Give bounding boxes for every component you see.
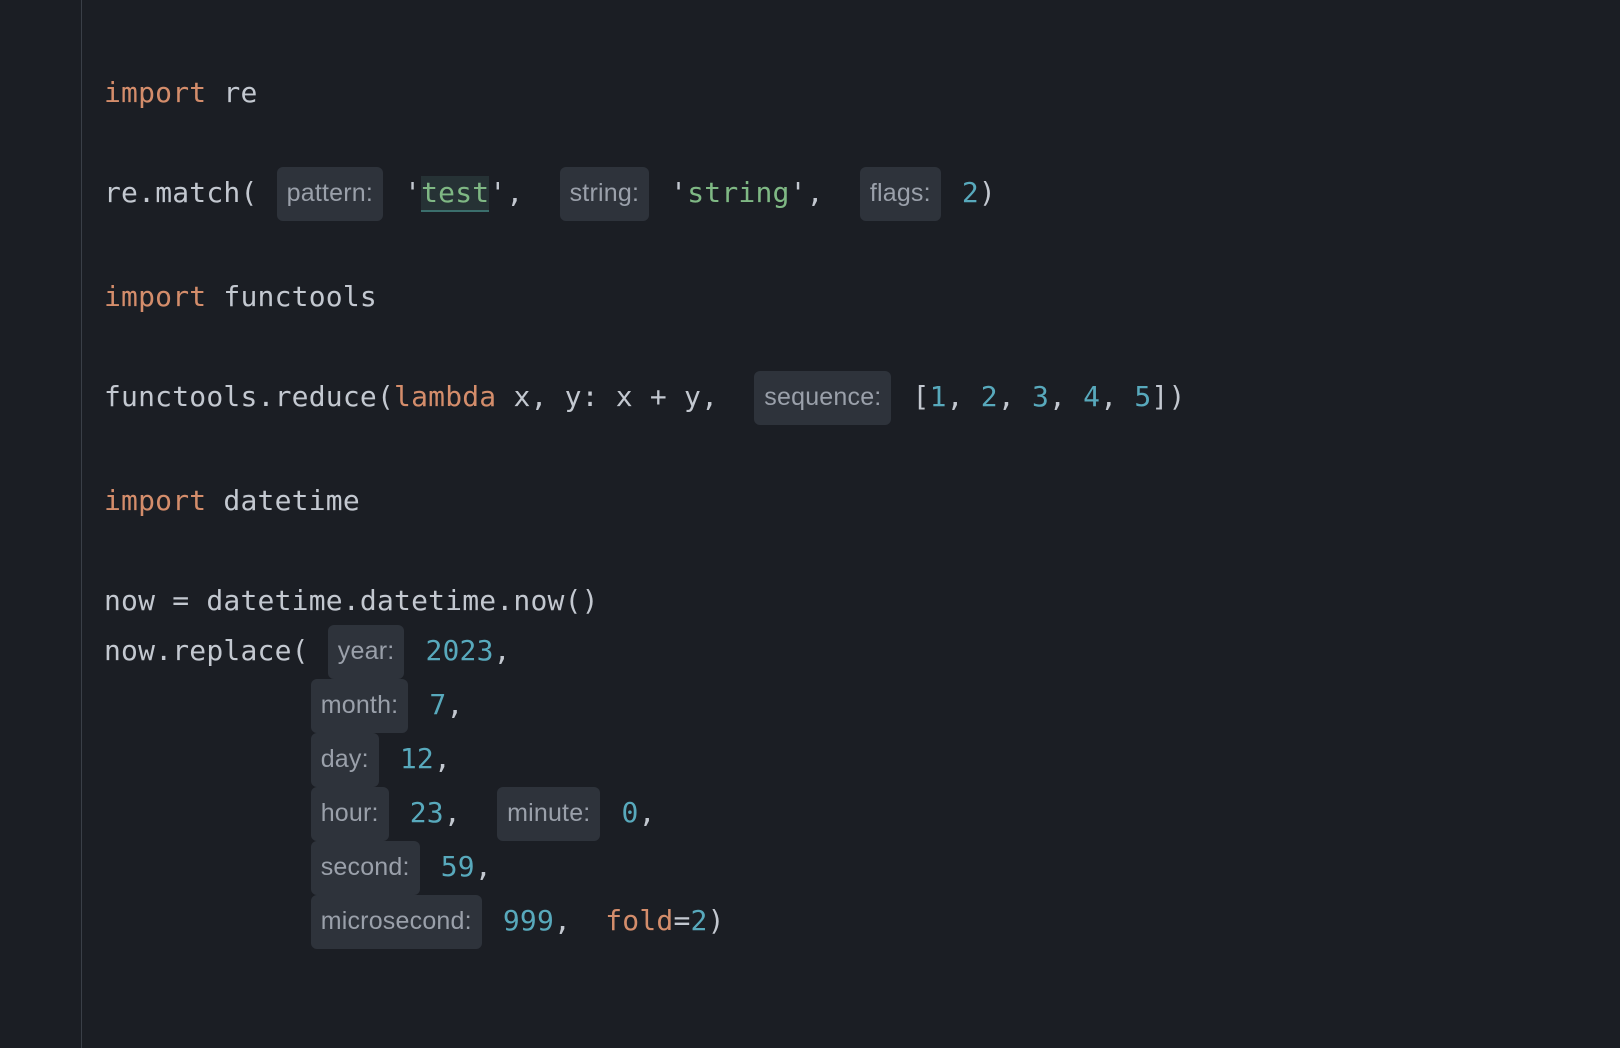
number-literal: 2: [981, 380, 998, 413]
paren-open: (: [240, 176, 257, 209]
inlay-hint: day:: [311, 733, 379, 787]
function-name: match: [155, 176, 240, 209]
comma: ,: [446, 688, 463, 721]
keyword-lambda: lambda: [394, 380, 496, 413]
comma: ,: [947, 380, 981, 413]
colon: :: [582, 380, 599, 413]
inlay-hint: sequence:: [754, 371, 891, 425]
module-name: re: [223, 76, 257, 109]
dot: .: [138, 176, 155, 209]
code-editor[interactable]: import re re.match( pattern: 'test', str…: [0, 0, 1620, 1048]
paren-close: ): [1168, 380, 1185, 413]
paren-open: (: [377, 380, 394, 413]
code-line: hour: 23, minute: 0,: [104, 796, 656, 829]
comma: ,: [1049, 380, 1083, 413]
equals: =: [172, 584, 189, 617]
identifier: now: [104, 634, 155, 667]
number-literal: 5: [1134, 380, 1151, 413]
comma: ,: [506, 176, 523, 209]
comma: ,: [807, 176, 824, 209]
string-quote: ': [404, 176, 421, 209]
paren-close: ): [708, 904, 725, 937]
expression: datetime.datetime.now(): [206, 584, 598, 617]
comma: ,: [998, 380, 1032, 413]
module-name: functools: [223, 280, 377, 313]
number-literal: 0: [622, 796, 639, 829]
function-name: reduce: [275, 380, 377, 413]
identifier: now: [104, 584, 155, 617]
code-line: import datetime: [104, 484, 360, 517]
keyword-import: import: [104, 280, 206, 313]
function-name: replace: [172, 634, 291, 667]
bracket-close: ]: [1151, 380, 1168, 413]
string-quote: ': [489, 176, 506, 209]
named-argument: fold: [605, 904, 673, 937]
lambda-body: x + y: [616, 380, 701, 413]
number-literal: 59: [441, 850, 475, 883]
comma: ,: [701, 380, 718, 413]
comma: ,: [494, 634, 511, 667]
code-line: functools.reduce(lambda x, y: x + y, seq…: [104, 380, 1186, 413]
inlay-hint: string:: [560, 167, 649, 221]
inlay-hint: hour:: [311, 787, 389, 841]
dot: .: [155, 634, 172, 667]
number-literal: 23: [410, 796, 444, 829]
inlay-hint: month:: [311, 679, 409, 733]
identifier: re: [104, 176, 138, 209]
number-literal: 4: [1083, 380, 1100, 413]
code-line: second: 59,: [104, 850, 492, 883]
module-name: datetime: [223, 484, 359, 517]
code-line: microsecond: 999, fold=2): [104, 904, 725, 937]
code-area[interactable]: import re re.match( pattern: 'test', str…: [82, 0, 1188, 1048]
keyword-import: import: [104, 76, 206, 109]
number-literal: 3: [1032, 380, 1049, 413]
inlay-hint: second:: [311, 841, 420, 895]
code-line: day: 12,: [104, 742, 451, 775]
code-line: import functools: [104, 280, 377, 313]
string-literal: string: [687, 176, 789, 209]
keyword-import: import: [104, 484, 206, 517]
comma: ,: [639, 796, 656, 829]
number-literal: 7: [429, 688, 446, 721]
number-literal: 2: [962, 176, 979, 209]
code-line: re.match( pattern: 'test', string: 'stri…: [104, 176, 996, 209]
identifier: functools: [104, 380, 258, 413]
inlay-hint: flags:: [860, 167, 941, 221]
string-literal: test: [421, 176, 489, 212]
paren-close: ): [979, 176, 996, 209]
equals: =: [673, 904, 690, 937]
comma: ,: [434, 742, 451, 775]
code-line: now = datetime.datetime.now(): [104, 584, 599, 617]
comma: ,: [475, 850, 492, 883]
code-line: now.replace( year: 2023,: [104, 634, 511, 667]
number-literal: 2: [691, 904, 708, 937]
comma: ,: [1100, 380, 1134, 413]
gutter: [0, 0, 82, 1048]
code-line: month: 7,: [104, 688, 464, 721]
inlay-hint: minute:: [497, 787, 600, 841]
string-quote: ': [790, 176, 807, 209]
number-literal: 2023: [425, 634, 493, 667]
inlay-hint: pattern:: [277, 167, 383, 221]
inlay-hint: year:: [328, 625, 405, 679]
number-literal: 1: [930, 380, 947, 413]
number-literal: 12: [400, 742, 434, 775]
bracket-open: [: [913, 380, 930, 413]
number-literal: 999: [503, 904, 554, 937]
inlay-hint: microsecond:: [311, 895, 482, 949]
lambda-params: x, y: [513, 380, 581, 413]
paren-open: (: [292, 634, 309, 667]
code-line: import re: [104, 76, 258, 109]
comma: ,: [554, 904, 571, 937]
comma: ,: [444, 796, 461, 829]
string-quote: ': [670, 176, 687, 209]
dot: .: [258, 380, 275, 413]
